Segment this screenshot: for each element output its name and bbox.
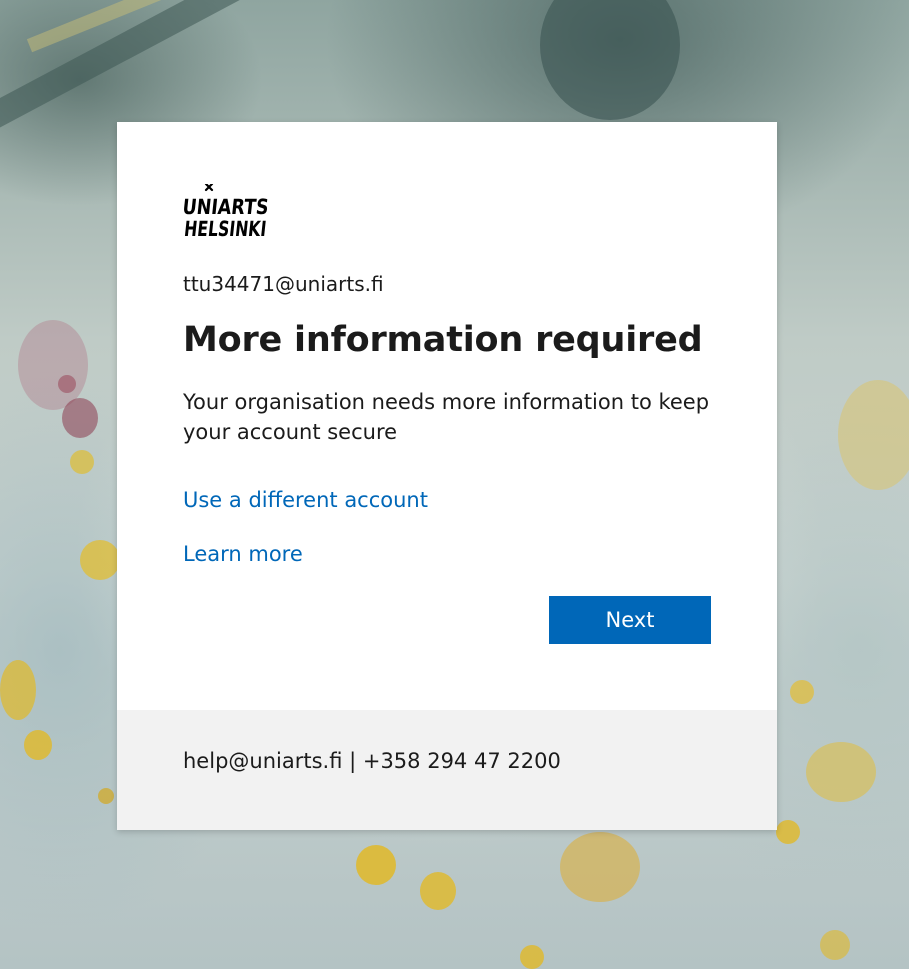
logo-text-line2: HELSINKI (183, 216, 268, 241)
background-splash (0, 660, 36, 720)
background-splash (62, 398, 98, 438)
user-email: ttu34471@uniarts.fi (183, 272, 384, 296)
background-splash (58, 375, 76, 393)
next-button[interactable]: Next (549, 596, 711, 644)
uniarts-helsinki-logo: UNIARTS HELSINKI (181, 182, 273, 244)
background-stem (0, 0, 324, 134)
logo-graphic: UNIARTS HELSINKI (181, 182, 270, 241)
page-title: More information required (183, 320, 703, 360)
background-splash (806, 742, 876, 802)
background-splash (70, 450, 94, 474)
background-splash (520, 945, 544, 969)
background-splash (838, 380, 909, 490)
background-splash (98, 788, 114, 804)
dialog-footer: help@uniarts.fi | +358 294 47 2200 (117, 710, 777, 830)
background-splash (24, 730, 52, 760)
background-splash (560, 832, 640, 902)
signin-dialog: UNIARTS HELSINKI ttu34471@uniarts.fi Mor… (117, 122, 777, 830)
learn-more-link[interactable]: Learn more (183, 542, 303, 566)
background-splash (420, 872, 456, 910)
use-different-account-link[interactable]: Use a different account (183, 488, 428, 512)
background-splash (80, 540, 120, 580)
dialog-body: UNIARTS HELSINKI ttu34471@uniarts.fi Mor… (117, 122, 777, 710)
background-splash (790, 680, 814, 704)
background-splash (820, 930, 850, 960)
background-splash (776, 820, 800, 844)
description-text: Your organisation needs more information… (183, 390, 710, 444)
support-contact: help@uniarts.fi | +358 294 47 2200 (183, 749, 561, 773)
background-splash (18, 320, 88, 410)
background-splash (356, 845, 396, 885)
background-leaf (540, 0, 680, 120)
